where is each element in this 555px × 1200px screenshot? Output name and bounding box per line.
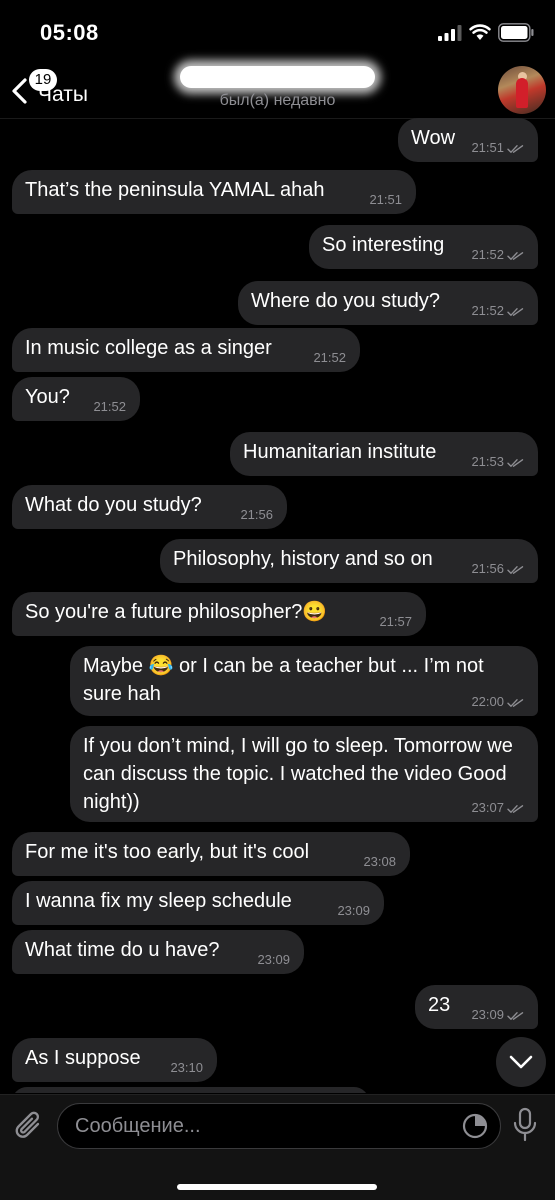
message-time: 21:51: [369, 192, 402, 207]
double-check-icon: [507, 307, 524, 316]
message-time: 21:52: [313, 350, 346, 365]
message-text: 23: [428, 994, 451, 1016]
message-time: 23:09: [471, 1007, 504, 1022]
message-meta: 23:08: [363, 854, 396, 870]
message-meta: 22:00: [471, 694, 524, 710]
outgoing-message-bubble[interactable]: Where do you study? 21:52: [238, 281, 538, 325]
outgoing-message-bubble[interactable]: Humanitarian institute 21:53: [230, 432, 538, 476]
chat-screen: 05:08 Чаты 19 был(а) недавно Wow 21:51 T…: [0, 0, 555, 1200]
message-meta: 21:56: [471, 561, 524, 577]
double-check-icon: [507, 565, 524, 574]
incoming-message-bubble[interactable]: What do you study? 21:56: [12, 485, 287, 529]
contact-status: был(а) недавно: [219, 92, 336, 109]
wifi-icon: [469, 24, 491, 40]
double-check-icon: [507, 144, 524, 153]
message-text: Humanitarian institute: [243, 441, 437, 463]
incoming-message-bubble[interactable]: In music college as a singer 21:52: [12, 328, 360, 372]
scroll-to-bottom-button[interactable]: [496, 1037, 546, 1087]
message-time: 21:53: [471, 454, 504, 469]
chevron-down-icon: [509, 1055, 533, 1069]
message-meta: 23:09: [337, 903, 370, 919]
incoming-message-bubble[interactable]: You? 21:52: [12, 377, 140, 421]
incoming-message-bubble[interactable]: I wanna fix my sleep schedule 23:09: [12, 881, 384, 925]
message-text: For me it's too early, but it's cool: [25, 841, 310, 863]
message-time: 23:09: [337, 903, 370, 918]
message-meta: 21:52: [93, 399, 126, 415]
message-time: 21:57: [379, 614, 412, 629]
contact-name-redacted[interactable]: [180, 66, 375, 88]
message-text: If you don’t mind, I will go to sleep. T…: [83, 735, 513, 813]
chat-header: Чаты 19 был(а) недавно: [0, 62, 555, 119]
message-meta: 23:09: [257, 952, 290, 968]
outgoing-message-bubble[interactable]: Wow 21:51: [398, 118, 538, 162]
incoming-message-bubble[interactable]: For me it's too early, but it's cool 23:0…: [12, 832, 410, 876]
outgoing-message-bubble[interactable]: So interesting 21:52: [309, 225, 538, 269]
avatar[interactable]: [498, 66, 546, 114]
message-meta: 21:51: [369, 192, 402, 208]
message-text: That’s the peninsula YAMAL ahah: [25, 179, 325, 201]
message-time: 22:00: [471, 694, 504, 709]
unread-count-badge: 19: [29, 69, 57, 91]
message-time: 21:56: [240, 507, 273, 522]
microphone-icon[interactable]: [512, 1107, 538, 1143]
message-meta: 23:09: [471, 1007, 524, 1023]
message-input[interactable]: Сообщение...: [57, 1103, 501, 1149]
message-time: 21:51: [471, 140, 504, 155]
outgoing-message-bubble[interactable]: 23 23:09: [415, 985, 538, 1029]
message-list[interactable]: Wow 21:51 That’s the peninsula YAMAL ahah 2…: [0, 118, 555, 1093]
incoming-message-bubble[interactable]: What time do u have? 23:09: [12, 930, 304, 974]
message-text: As I suppose: [25, 1047, 141, 1069]
message-text: I wanna fix my sleep schedule: [25, 890, 292, 912]
message-time: 23:08: [363, 854, 396, 869]
message-meta: 23:07: [471, 800, 524, 816]
message-time: 21:52: [471, 247, 504, 262]
incoming-message-bubble-partial[interactable]: [12, 1087, 369, 1093]
message-meta: 21:52: [471, 303, 524, 319]
message-meta: 21:51: [471, 140, 524, 156]
double-check-icon: [507, 804, 524, 813]
battery-icon: [498, 23, 534, 42]
message-text: What do you study?: [25, 494, 202, 516]
message-time: 23:10: [170, 1060, 203, 1075]
message-time: 21:52: [93, 399, 126, 414]
message-meta: 23:10: [170, 1060, 203, 1076]
incoming-message-bubble[interactable]: So you're a future philosopher?😀 21:57: [12, 592, 426, 636]
message-time: 23:07: [471, 800, 504, 815]
message-text: Maybe 😂 or I can be a teacher but ... I’…: [83, 655, 484, 705]
message-text: What time do u have?: [25, 939, 220, 961]
message-time: 21:52: [471, 303, 504, 318]
home-indicator: [177, 1184, 377, 1190]
double-check-icon: [507, 458, 524, 467]
sticker-icon[interactable]: [462, 1113, 488, 1139]
cellular-signal-icon: [438, 25, 462, 41]
status-bar: 05:08: [0, 0, 555, 62]
message-time: 23:09: [257, 952, 290, 967]
message-meta: 21:56: [240, 507, 273, 523]
double-check-icon: [507, 698, 524, 707]
attach-icon[interactable]: [14, 1109, 44, 1143]
message-time: 21:56: [471, 561, 504, 576]
outgoing-message-bubble[interactable]: If you don’t mind, I will go to sleep. T…: [70, 726, 538, 822]
incoming-message-bubble[interactable]: As I suppose 23:10: [12, 1038, 217, 1082]
outgoing-message-bubble[interactable]: Maybe 😂 or I can be a teacher but ... I’…: [70, 646, 538, 716]
message-text: Wow: [411, 127, 456, 149]
message-text: Philosophy, history and so on: [173, 548, 433, 570]
message-text: So interesting: [322, 234, 445, 256]
message-text: In music college as a singer: [25, 337, 272, 359]
status-time: 05:08: [40, 20, 99, 45]
outgoing-message-bubble[interactable]: Philosophy, history and so on 21:56: [160, 539, 538, 583]
message-meta: 21:57: [379, 614, 412, 630]
incoming-message-bubble[interactable]: That’s the peninsula YAMAL ahah 21:51: [12, 170, 416, 214]
message-meta: 21:53: [471, 454, 524, 470]
message-placeholder: Сообщение...: [75, 1115, 201, 1137]
message-text: You?: [25, 386, 70, 408]
message-meta: 21:52: [313, 350, 346, 366]
message-text: Where do you study?: [251, 290, 440, 312]
double-check-icon: [507, 251, 524, 260]
message-text: So you're a future philosopher?😀: [25, 601, 328, 623]
double-check-icon: [507, 1011, 524, 1020]
message-meta: 21:52: [471, 247, 524, 263]
